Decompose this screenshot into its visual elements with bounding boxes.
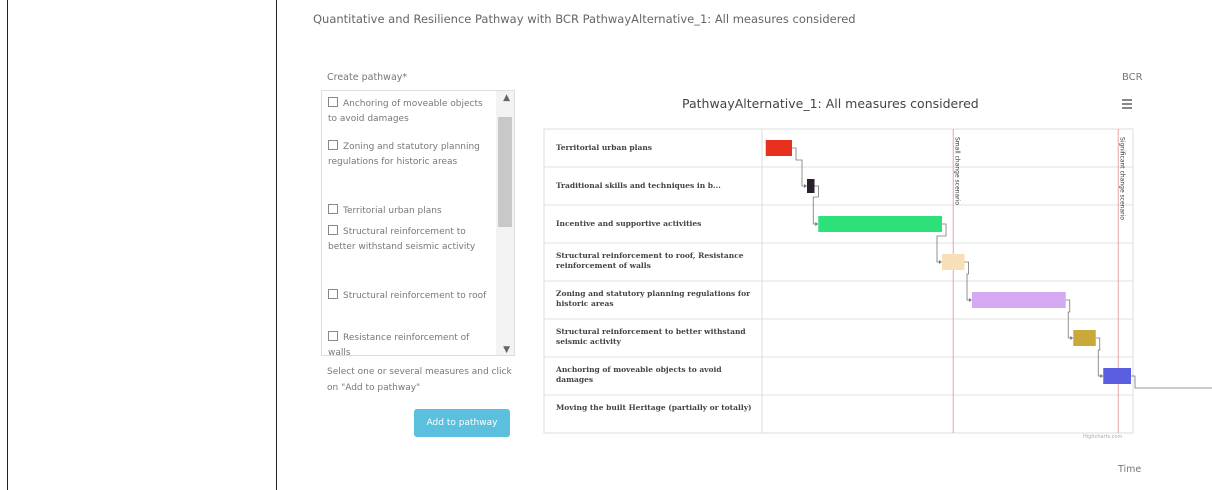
gantt-task-bar: [1073, 330, 1096, 346]
dependency-connector: [1131, 375, 1212, 389]
x-axis-label: Time: [1118, 464, 1142, 475]
gantt-task-bar: [942, 254, 965, 270]
row-label: Anchoring of moveable objects to avoid d…: [556, 365, 722, 384]
row-label: Structural reinforcement to better withs…: [556, 327, 746, 346]
chart-credit: Highcharts.com: [1083, 434, 1123, 440]
row-label: Incentive and supportive activities: [556, 219, 702, 228]
scenario-label: Small change scenario: [953, 137, 960, 205]
gantt-task-bar: [818, 216, 942, 232]
gantt-chart: Small change scenario Significant change …: [543, 128, 1212, 434]
scenario-label: Significant change scenario: [1118, 137, 1125, 220]
gantt-task-bar: [765, 140, 792, 156]
row-label: Traditional skills and techniques in b..…: [556, 181, 721, 190]
row-label: Moving the built Heritage (partially or …: [556, 403, 752, 412]
row-label: Zoning and statutory planning regulation…: [556, 289, 751, 308]
row-label: Structural reinforcement to roof, Resist…: [556, 251, 744, 270]
gantt-task-bar: [1103, 368, 1131, 384]
row-label: Territorial urban plans: [556, 143, 653, 152]
gantt-task-bar: [807, 179, 815, 193]
gantt-task-bar: [972, 292, 1066, 308]
